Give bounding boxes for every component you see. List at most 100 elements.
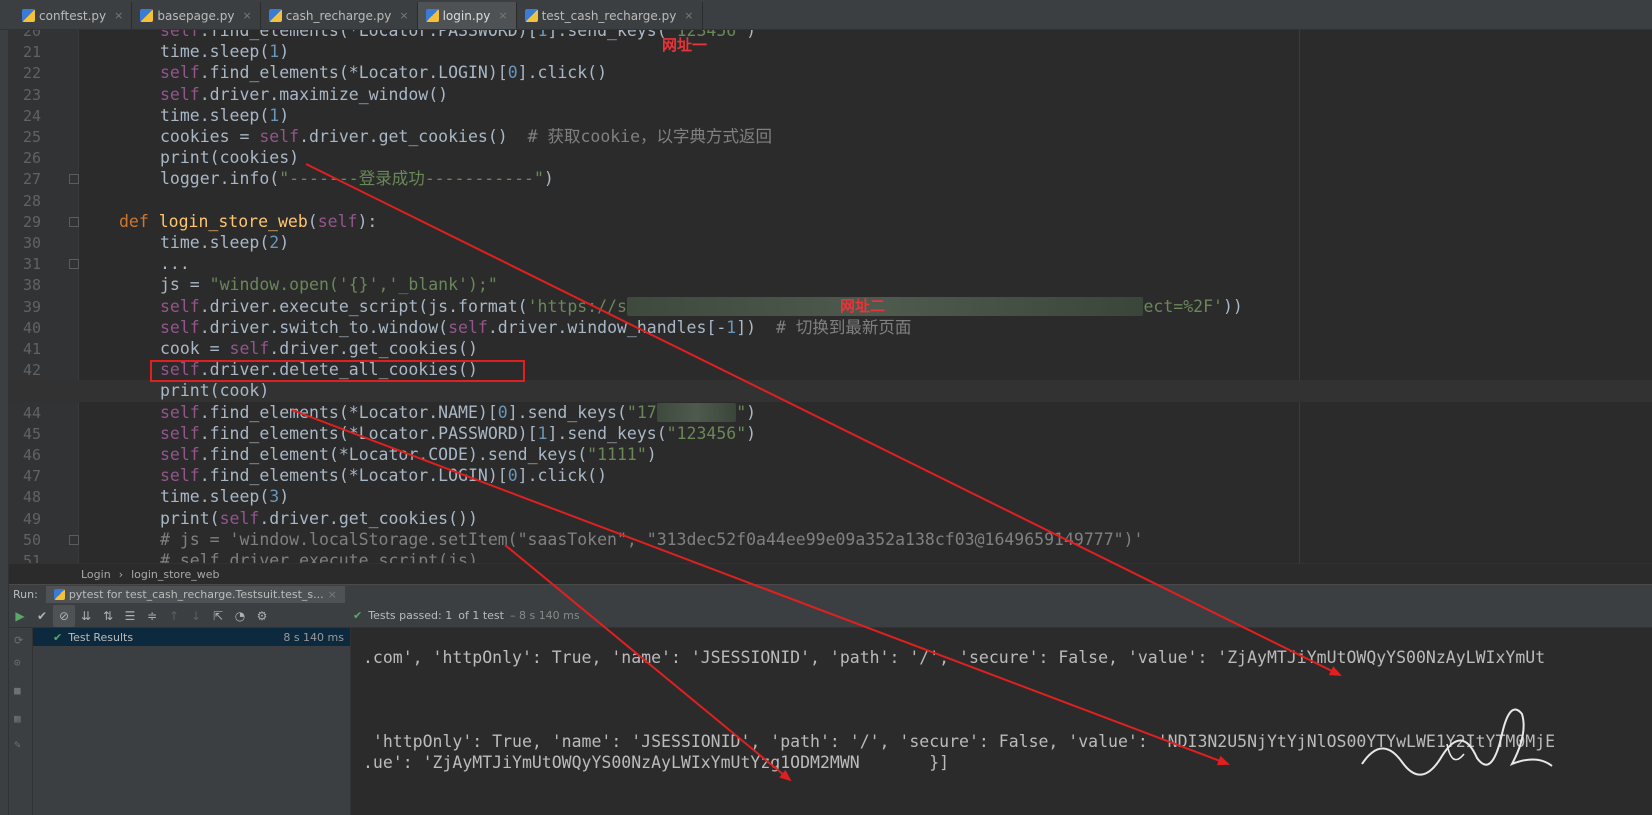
export-icon[interactable]: ⇱	[207, 605, 229, 627]
test-status-message: ✔ Tests passed: 1 of 1 test – 8 s 140 ms	[353, 609, 580, 622]
code-token: "123456"	[666, 423, 747, 443]
gear-icon[interactable]: ⚙	[251, 605, 273, 627]
code-token: )	[543, 169, 554, 189]
previous-failed-icon[interactable]: ↑	[163, 605, 185, 627]
tests-passed-text: Tests passed: 1	[368, 609, 453, 622]
code-token: ].click()	[517, 63, 608, 83]
code-token: ].send_keys(	[547, 30, 667, 40]
layout-icon[interactable]: ▦	[14, 712, 21, 725]
python-file-icon	[425, 9, 439, 22]
stop-icon[interactable]: ■	[14, 684, 21, 697]
code-token: .find_elements(*Locator.PASSWORD)[	[199, 423, 538, 443]
code-token: .find_elements(*Locator.LOGIN)[	[199, 63, 508, 83]
annotation-highlight-box	[150, 360, 525, 382]
tests-time-text: – 8 s 140 ms	[509, 609, 580, 622]
code-token: "-------登录成功-----------"	[279, 169, 544, 189]
code-token: js =	[160, 275, 210, 295]
code-token: login_store_web	[158, 211, 308, 231]
run-toolbar: ▶ ✔ ⊘ ⇊ ⇅ ☰ ≑ ↑ ↓ ⇱ ◔ ⚙ ✔ Tests passed: …	[9, 604, 1652, 628]
project-tool-strip[interactable]	[0, 30, 9, 815]
run-label: Run:	[13, 588, 38, 601]
run-config-tab[interactable]: pytest for test_cash_recharge.Testsuit.t…	[45, 586, 345, 603]
run-side-strip: ⟳ ⊙ ■ ▦ ✎	[9, 628, 33, 815]
close-icon[interactable]: ×	[498, 9, 507, 22]
code-token: (	[307, 211, 318, 231]
code-token: "17	[626, 402, 657, 422]
code-token: .find_elements(*Locator.NAME)[	[199, 402, 498, 422]
python-file-icon	[268, 9, 282, 22]
tab-conftest-py[interactable]: conftest.py ×	[14, 2, 133, 29]
check-icon: ✔	[353, 609, 363, 622]
test-results-root[interactable]: ✔ Test Results 8 s 140 ms	[33, 628, 350, 646]
next-failed-icon[interactable]: ↓	[185, 605, 207, 627]
code-token: print(cook)	[160, 381, 270, 401]
close-icon[interactable]: ×	[114, 9, 123, 22]
sort-duration-icon[interactable]: ⇅	[97, 605, 119, 627]
code-token: cook =	[160, 339, 230, 358]
tab-basepage-py[interactable]: basepage.py ×	[132, 2, 261, 29]
pin-icon[interactable]: ✎	[14, 738, 21, 751]
code-line: def login_store_web(self):	[9, 211, 1652, 233]
toggle-autotest-icon[interactable]: ⊙	[14, 656, 21, 669]
tab-cash-recharge-py[interactable]: cash_recharge.py ×	[261, 2, 418, 29]
code-line: js = "window.open('{}','_blank');"	[9, 274, 1652, 296]
code-line: cook = self.driver.get_cookies()	[9, 338, 1652, 360]
show-ignored-icon[interactable]: ⊘	[53, 604, 75, 627]
code-token: time.sleep(	[160, 233, 270, 252]
code-token: .driver.get_cookies()	[269, 339, 478, 358]
code-token: .driver.get_cookies()	[299, 127, 528, 146]
tab-login-py[interactable]: login.py ×	[417, 2, 517, 29]
code-token: 'https://s	[527, 296, 627, 316]
tab-label: login.py	[442, 8, 491, 23]
code-token: ])	[736, 317, 776, 337]
code-token: 1	[726, 317, 737, 337]
collapse-all-icon[interactable]: ≑	[141, 605, 163, 627]
tab-test-cash-recharge-py[interactable]: test_cash_recharge.py ×	[517, 2, 703, 29]
code-token: )	[746, 423, 757, 443]
code-token: 2	[269, 233, 280, 252]
breadcrumb-method[interactable]: login_store_web	[131, 568, 219, 581]
rerun-icon[interactable]: ▶	[9, 605, 31, 627]
code-token: ].send_keys(	[547, 423, 667, 443]
code-token: # 切换到最新页面	[775, 317, 912, 337]
code-line: time.sleep(1)	[9, 105, 1652, 127]
python-file-icon	[524, 9, 538, 22]
test-results-tree: ✔ Test Results 8 s 140 ms	[33, 628, 351, 815]
test-results-label: Test Results	[68, 630, 134, 644]
code-token: time.sleep(	[160, 105, 270, 125]
history-icon[interactable]: ◔	[229, 605, 251, 627]
show-passed-icon[interactable]: ✔	[31, 605, 53, 627]
redacted-text: ████████	[656, 402, 737, 422]
close-icon[interactable]: ×	[328, 588, 337, 601]
code-token: self	[229, 339, 270, 358]
code-token: print(	[160, 508, 220, 528]
code-token: time.sleep(	[160, 42, 270, 62]
code-token: .driver.switch_to.window(	[199, 317, 449, 337]
close-icon[interactable]: ×	[399, 9, 408, 22]
code-token: )	[746, 30, 757, 40]
code-token: 0	[507, 466, 518, 486]
expand-all-icon[interactable]: ☰	[119, 605, 141, 627]
close-icon[interactable]: ×	[684, 9, 693, 22]
tab-label: basepage.py	[157, 8, 235, 23]
code-line: logger.info("-------登录成功-----------")	[9, 168, 1652, 190]
breadcrumb: Login › login_store_web	[9, 563, 1652, 584]
sort-alpha-icon[interactable]: ⇊	[75, 605, 97, 627]
tab-label: test_cash_recharge.py	[541, 8, 677, 23]
signature-watermark	[1361, 708, 1553, 776]
code-token: )	[746, 402, 757, 422]
close-icon[interactable]: ×	[242, 9, 251, 22]
code-token: .driver.window_handles[-	[487, 317, 727, 337]
rerun-failed-icon[interactable]: ⟳	[14, 634, 23, 647]
code-line: self.driver.switch_to.window(self.driver…	[9, 317, 1652, 339]
breadcrumb-class[interactable]: Login	[81, 568, 111, 581]
code-token: .find_elements(*Locator.PASSWORD)[	[199, 30, 538, 40]
code-editor[interactable]: 2021222324252627282930313839404142434445…	[9, 30, 1652, 590]
code-token: self	[259, 127, 300, 146]
code-token: )	[279, 233, 290, 252]
code-line: print(self.driver.get_cookies())	[9, 508, 1652, 530]
run-config-tab-label: pytest for test_cash_recharge.Testsuit.t…	[68, 588, 324, 601]
code-token: 1	[537, 30, 548, 40]
code-token: .driver.maximize_window()	[199, 84, 449, 104]
code-token: "	[736, 402, 747, 422]
